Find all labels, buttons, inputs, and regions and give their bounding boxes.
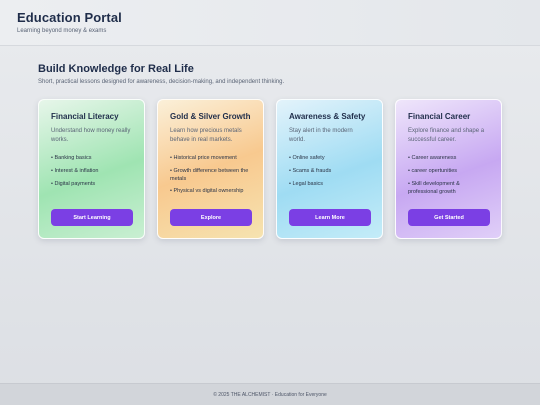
- footer-copyright: © 2025 THE ALCHEMIST · Education for Eve…: [213, 391, 327, 398]
- learn-more-button[interactable]: Learn More: [289, 209, 371, 226]
- list-item: • Physical vs digital ownership: [170, 188, 244, 194]
- list-item: • Legal basics: [289, 181, 324, 187]
- hero-subtitle: Short, practical lessons designed for aw…: [38, 79, 285, 85]
- card-title: Financial Literacy: [51, 112, 119, 121]
- card-description: Learn how precious metals behave in real…: [170, 128, 242, 143]
- card-financial-literacy: Financial Literacy Understand how money …: [38, 99, 145, 239]
- card-topic-list: • Career awareness • career opertunities…: [408, 154, 489, 196]
- card-title: Financial Career: [408, 112, 471, 121]
- card-title: Gold & Silver Growth: [170, 112, 251, 121]
- list-item: • Interest & inflation: [51, 168, 99, 174]
- list-item: • career opertunities: [408, 168, 458, 174]
- list-item: • Digital payments: [51, 181, 96, 187]
- card-title: Awareness & Safety: [289, 112, 366, 121]
- list-item: • Career awareness: [408, 155, 457, 161]
- hero-title: Build Knowledge for Real Life: [38, 63, 194, 75]
- card-gold-silver-growth: Gold & Silver Growth Learn how precious …: [157, 99, 264, 239]
- card-topic-list: • Online safety • Scams & frauds • Legal…: [289, 154, 370, 188]
- card-topic-list: • Historical price movement • Growth dif…: [170, 154, 251, 195]
- list-item: • Historical price movement: [170, 155, 237, 161]
- site-tagline: Learning beyond money & exams: [17, 28, 107, 34]
- explore-button[interactable]: Explore: [170, 209, 252, 226]
- card-description: Understand how money really works.: [51, 128, 131, 143]
- get-started-button[interactable]: Get Started: [408, 209, 490, 226]
- list-item: • Online safety: [289, 155, 325, 161]
- card-description: Explore finance and shape a successful c…: [408, 128, 485, 143]
- site-footer: © 2025 THE ALCHEMIST · Education for Eve…: [0, 383, 540, 405]
- site-title: Education Portal: [17, 10, 122, 25]
- card-awareness-safety: Awareness & Safety Stay alert in the mod…: [276, 99, 383, 239]
- list-item: • Growth difference between the metals: [170, 168, 249, 182]
- card-topic-list: • Banking basics • Interest & inflation …: [51, 154, 132, 188]
- list-item: • Skill development & professional growt…: [408, 181, 460, 195]
- site-header: Education Portal Learning beyond money &…: [0, 0, 540, 46]
- list-item: • Banking basics: [51, 155, 92, 161]
- start-learning-button[interactable]: Start Learning: [51, 209, 133, 226]
- hero-section: Build Knowledge for Real Life Short, pra…: [38, 63, 284, 85]
- course-cards: Financial Literacy Understand how money …: [38, 99, 502, 239]
- card-description: Stay alert in the modern world.: [289, 128, 353, 143]
- list-item: • Scams & frauds: [289, 168, 332, 174]
- card-financial-career: Financial Career Explore finance and sha…: [395, 99, 502, 239]
